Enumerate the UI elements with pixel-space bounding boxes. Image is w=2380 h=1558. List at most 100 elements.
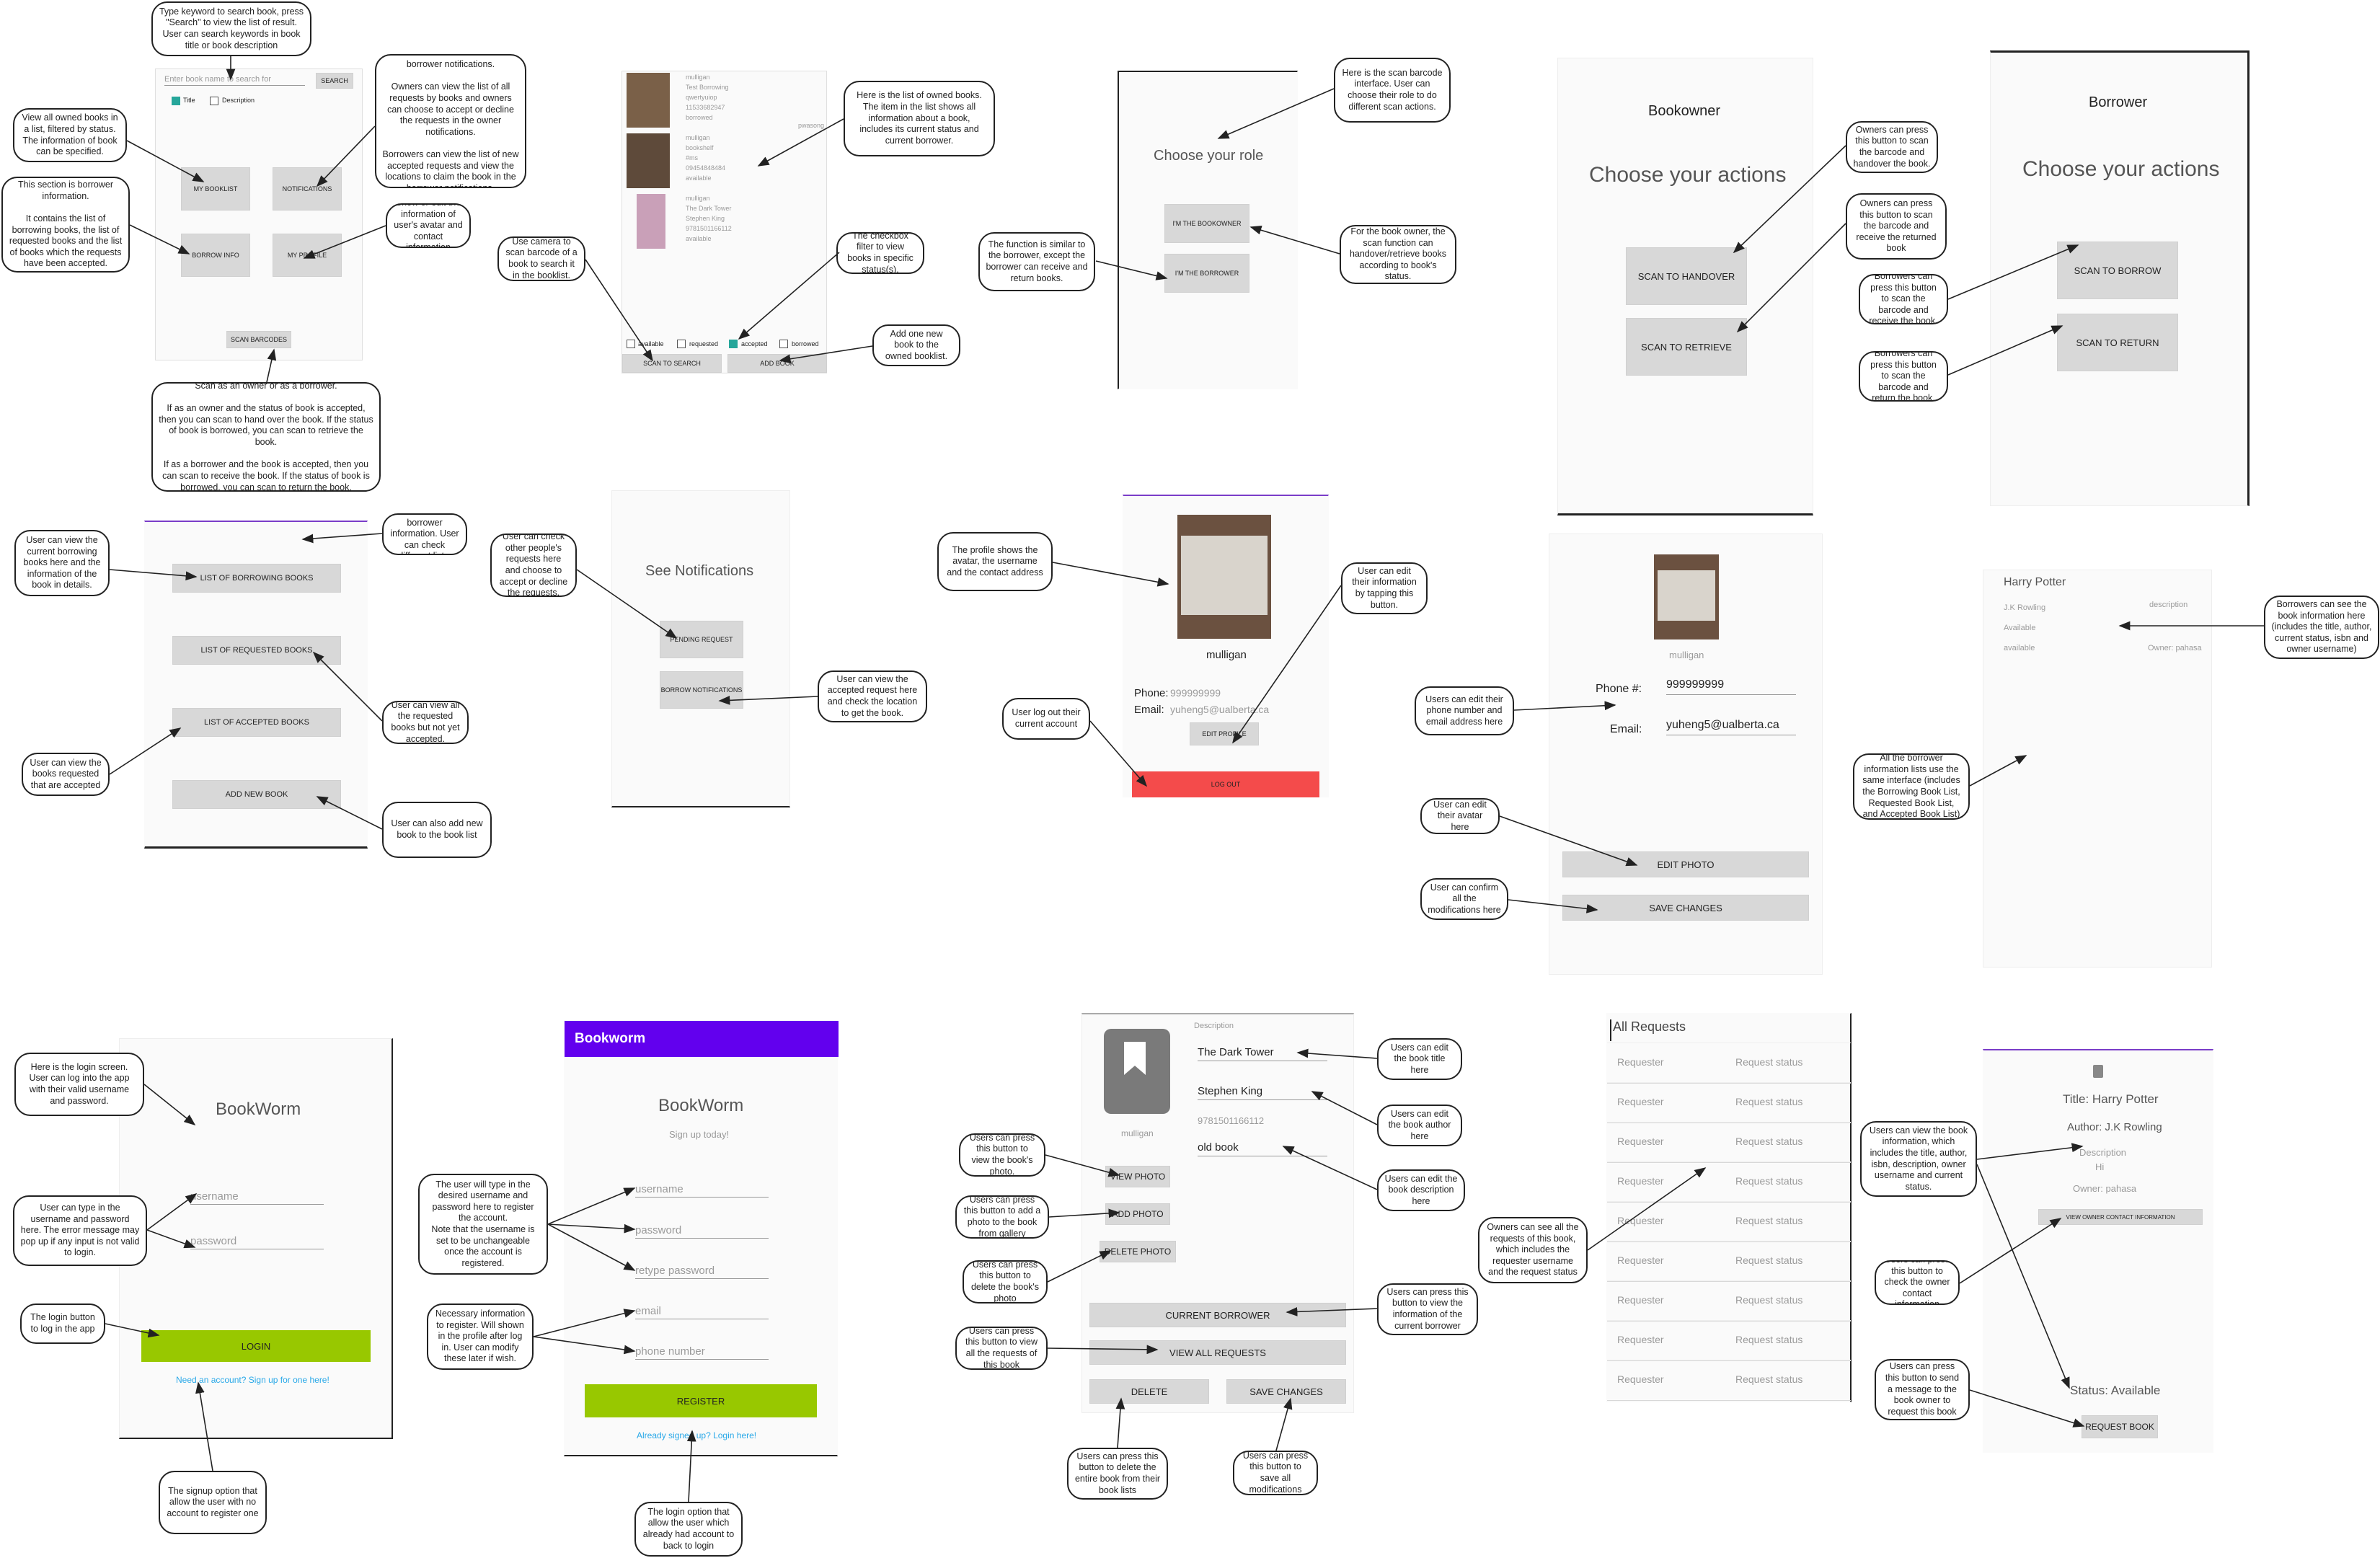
email-value: yuheng5@ualberta.ca <box>1170 704 1270 715</box>
scan-barcodes-button[interactable]: SCAN BARCODES <box>226 331 291 348</box>
search-input[interactable]: Enter book name to search for <box>164 75 305 86</box>
note-save-mod: Users can press this button to save all … <box>1233 1451 1318 1495</box>
borrower-book-list-screen: Harry Potter J.K Rowling Available avail… <box>1983 570 2212 968</box>
note-edit-author: Users can edit the book author here <box>1377 1105 1462 1146</box>
note-login-option: The login option that allow the user whi… <box>634 1502 743 1557</box>
scan-to-return-button[interactable]: SCAN TO RETURN <box>2057 314 2178 371</box>
request-row[interactable]: Requester Request status <box>1607 1360 1851 1401</box>
note-checkbox: The checkbox filter to view books in spe… <box>836 232 924 274</box>
book-author-input[interactable]: Stephen King <box>1198 1085 1327 1100</box>
request-row[interactable]: Requester Request status <box>1607 1201 1851 1242</box>
filter-borrowed-checkbox[interactable] <box>779 340 788 348</box>
note-owned-list: Here is the list of owned books. The ite… <box>844 81 995 156</box>
item-line: 11533682947 <box>686 104 725 111</box>
phone-number-input[interactable]: phone number <box>635 1345 769 1360</box>
add-book-button[interactable]: ADD BOOK <box>727 354 827 373</box>
book-thumbnail <box>627 133 670 188</box>
profile-view-screen: mulligan Phone: 999999999 Email: yuheng5… <box>1123 495 1329 797</box>
logout-button[interactable]: LOG OUT <box>1132 771 1319 797</box>
borrow-info-button[interactable]: BORROW INFO <box>181 234 250 277</box>
notifications-screen: See Notifications PENDING REQUEST BORROW… <box>611 490 790 807</box>
request-row[interactable]: Requester Request status <box>1607 1122 1851 1163</box>
book-list-item[interactable]: Harry Potter J.K Rowling Available avail… <box>1983 570 2213 657</box>
scan-to-borrow-button[interactable]: SCAN TO BORROW <box>2057 242 2178 299</box>
request-row[interactable]: Requester Request status <box>1607 1280 1851 1322</box>
request-status: Request status <box>1735 1294 1803 1306</box>
signup-link[interactable]: Need an account? Sign up for one here! <box>176 1375 329 1385</box>
phone-input[interactable]: 999999999 <box>1666 678 1796 695</box>
detail-owner: Owner: pahasa <box>2073 1183 2137 1194</box>
add-new-book-button[interactable]: ADD NEW BOOK <box>172 780 341 809</box>
delete-book-button[interactable]: DELETE <box>1089 1379 1209 1404</box>
signup-username-input[interactable]: username <box>635 1183 769 1198</box>
scan-to-search-button[interactable]: SCAN TO SEARCH <box>622 354 722 373</box>
email-input[interactable]: yuheng5@ualberta.ca <box>1666 719 1796 735</box>
requested-books-button[interactable]: LIST OF REQUESTED BOOKS <box>172 636 341 665</box>
request-status: Request status <box>1735 1056 1803 1068</box>
request-row[interactable]: Requester Request status <box>1607 1082 1851 1123</box>
delete-photo-button[interactable]: DELETE PHOTO <box>1100 1241 1176 1262</box>
save-book-changes-button[interactable]: SAVE CHANGES <box>1226 1379 1346 1404</box>
edit-photo-button[interactable]: EDIT PHOTO <box>1562 851 1809 877</box>
phone-value: 999999999 <box>1170 687 1221 699</box>
register-button[interactable]: REGISTER <box>585 1384 817 1417</box>
owned-list-item-3[interactable]: mulligan The Dark Tower Stephen King 978… <box>622 192 828 252</box>
owned-list-item-1[interactable]: mulligan Test Borrowing qwertyuiop 11533… <box>622 71 828 130</box>
note-edit-avatar: User can edit their avatar here <box>1420 798 1500 834</box>
note-owners-all-requests: Owners can see all the requests of this … <box>1478 1217 1588 1283</box>
login-link[interactable]: Already signed up? Login here! <box>637 1430 756 1440</box>
note-handover: Owners can press this button to scan the… <box>1846 121 1938 173</box>
request-book-button[interactable]: REQUEST BOOK <box>2082 1415 2158 1438</box>
edit-book-screen: mulligan Description The Dark Tower Step… <box>1081 1013 1354 1413</box>
add-photo-button[interactable]: ADD PHOTO <box>1105 1203 1170 1225</box>
request-row[interactable]: Requester Request status <box>1607 1320 1851 1361</box>
retype-password-input[interactable]: retype password <box>635 1265 769 1279</box>
scan-to-retrieve-button[interactable]: SCAN TO RETRIEVE <box>1626 318 1747 376</box>
filter-available-checkbox[interactable] <box>627 340 635 348</box>
request-row[interactable]: Requester Request status <box>1607 1043 1851 1084</box>
note-booklist: View all owned books in a list, filtered… <box>13 108 127 162</box>
request-row[interactable]: Requester Request status <box>1607 1241 1851 1282</box>
view-photo-button[interactable]: VIEW PHOTO <box>1105 1166 1170 1187</box>
accepted-books-button[interactable]: LIST OF ACCEPTED BOOKS <box>172 708 341 737</box>
borrower-button[interactable]: I'M THE BORROWER <box>1164 254 1249 293</box>
description-checkbox[interactable] <box>210 97 218 105</box>
note-same-interface: All the borrower information lists use t… <box>1853 753 1970 820</box>
description-label: Description <box>1194 1022 1234 1030</box>
username-input[interactable]: username <box>190 1190 324 1205</box>
filter-requested-checkbox[interactable] <box>677 340 686 348</box>
password-input[interactable]: password <box>190 1235 324 1249</box>
notifications-button[interactable]: NOTIFICATIONS <box>273 167 342 211</box>
pending-request-button[interactable]: PENDING REQUEST <box>660 621 743 658</box>
my-profile-button[interactable]: MY PROFILE <box>273 234 342 277</box>
note-signup-option: The signup option that allow the user wi… <box>159 1471 267 1534</box>
filter-accepted-checkbox[interactable] <box>729 340 738 348</box>
edit-profile-button[interactable]: EDIT PROFILE <box>1190 722 1259 745</box>
note-borrower-info: Here is the borrower information. User c… <box>382 513 467 555</box>
request-row[interactable]: Requester Request status <box>1607 1161 1851 1203</box>
signup-password-input[interactable]: password <box>635 1224 769 1239</box>
note-view-all: Users can press this button to view all … <box>955 1327 1048 1370</box>
requester-name: Requester <box>1617 1373 1664 1385</box>
search-button[interactable]: SEARCH <box>316 73 353 89</box>
save-changes-button[interactable]: SAVE CHANGES <box>1562 895 1809 921</box>
email-label: Email: <box>1610 723 1642 735</box>
requester-name: Requester <box>1617 1175 1664 1187</box>
title-checkbox[interactable] <box>172 97 180 105</box>
note-owner-scan: For the book owner, the scan function ca… <box>1340 225 1456 284</box>
borrow-notifications-button[interactable]: BORROW NOTIFICATIONS <box>660 671 743 709</box>
email-input[interactable]: email <box>635 1305 769 1319</box>
my-booklist-button[interactable]: MY BOOKLIST <box>181 167 250 211</box>
book-title-input[interactable]: The Dark Tower <box>1198 1046 1327 1061</box>
view-owner-contact-button[interactable]: VIEW OWNER CONTACT INFORMATION <box>2038 1209 2203 1225</box>
current-borrower-button[interactable]: CURRENT BORROWER <box>1089 1303 1346 1327</box>
filter-label: accepted <box>741 340 768 348</box>
login-button[interactable]: LOGIN <box>141 1330 371 1362</box>
view-all-requests-button[interactable]: VIEW ALL REQUESTS <box>1089 1340 1346 1365</box>
note-view-photo: Users can press this button to view the … <box>959 1133 1045 1177</box>
borrowing-books-button[interactable]: LIST OF BORROWING BOOKS <box>172 564 341 593</box>
scan-to-handover-button[interactable]: SCAN TO HANDOVER <box>1626 247 1747 305</box>
owned-list-item-2[interactable]: mulligan bookshelf #ms 09454848484 avail… <box>622 132 828 191</box>
bookowner-button[interactable]: I'M THE BOOKOWNER <box>1164 204 1249 243</box>
book-description-input[interactable]: old book <box>1198 1141 1327 1156</box>
